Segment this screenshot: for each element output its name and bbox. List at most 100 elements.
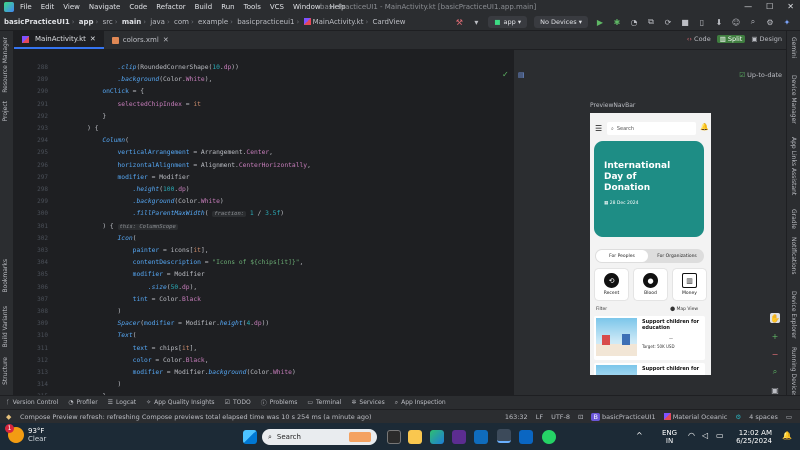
profile-icon[interactable]: ◔ [629, 17, 639, 27]
sync-icon[interactable]: ⟳ [663, 17, 673, 27]
attach-icon[interactable]: ⧉ [646, 17, 656, 27]
tool-bookmarks[interactable]: Bookmarks [2, 259, 9, 293]
code-line[interactable]: tint = Color.Black [72, 296, 201, 303]
hammer-icon[interactable]: ⚒ [454, 17, 464, 27]
tool-resource-manager[interactable]: Resource Manager [2, 37, 9, 93]
code-line[interactable]: } [72, 113, 106, 120]
theme-indicator[interactable]: Material Oceanic [663, 413, 727, 421]
code-line[interactable]: .background(Color.White), [72, 76, 213, 83]
memory-icon[interactable]: ▭ [786, 413, 792, 421]
language-indicator[interactable]: ENG IN [662, 429, 677, 445]
menu-refactor[interactable]: Refactor [156, 3, 185, 11]
tool-build-variants[interactable]: Build Variants [2, 306, 9, 347]
code-line[interactable]: Column( [72, 137, 129, 144]
code-line[interactable]: modifier = Modifier [72, 271, 205, 278]
run-icon[interactable]: ▶ [595, 17, 605, 27]
volume-icon[interactable]: ◁ [702, 431, 708, 440]
mode-code-button[interactable]: ‹› Code [687, 35, 711, 43]
code-line[interactable]: ) { this: ColumnScope [72, 223, 178, 230]
tool-todo[interactable]: ☑ TODO [225, 399, 251, 406]
tool-gradle[interactable]: Gradle [790, 209, 797, 229]
menu-view[interactable]: View [63, 3, 80, 11]
code-line[interactable]: modifier = Modifier [72, 174, 190, 181]
settings-icon[interactable]: ⚙ [765, 17, 775, 27]
edge-icon[interactable] [430, 430, 444, 444]
tool-app-links[interactable]: App Links Assistant [790, 137, 797, 195]
code-line[interactable]: .clip(RoundedCornerShape(10.dp)) [72, 64, 239, 71]
clock[interactable]: 12:02 AM 6/25/2024 [730, 429, 772, 445]
chevron-down-icon[interactable]: ▾ [471, 17, 481, 27]
linkedin-icon[interactable] [519, 430, 533, 444]
code-line[interactable]: Icon( [72, 235, 137, 242]
status-message[interactable]: Compose Preview refresh: refreshing Comp… [20, 413, 372, 421]
stop-icon[interactable]: ■ [680, 17, 690, 27]
tool-app-quality[interactable]: ✧ App Quality Insights [146, 399, 214, 406]
phone-preview[interactable]: ☰ ⌕ Search 🔔 International Day of Donati… [590, 113, 711, 375]
tool-structure[interactable]: Structure [2, 357, 9, 385]
zoom-in-icon[interactable]: + [770, 331, 780, 341]
android-studio-logo-icon[interactable] [4, 1, 14, 12]
tool-device-explorer[interactable]: Device Explorer [790, 291, 797, 338]
project-indicator[interactable]: B basicPracticeUI1 [591, 412, 656, 421]
vs-icon[interactable] [452, 430, 466, 444]
whatsapp-icon[interactable] [542, 430, 556, 444]
code-line[interactable]: ) [72, 381, 121, 388]
maximize-icon[interactable]: ☐ [766, 2, 773, 11]
code-line[interactable]: .size(50.dp), [72, 284, 197, 291]
code-line[interactable]: horizontalAlignment = Alignment.CenterHo… [72, 162, 311, 169]
event-log-icon[interactable]: ◆ [6, 413, 11, 421]
notification-bell-icon[interactable]: 🔔 [782, 431, 792, 440]
zoom-out-icon[interactable]: − [770, 349, 780, 359]
code-line[interactable]: .fillParentMaxWidth( fraction: 1 / 3.5f) [72, 210, 284, 218]
tool-terminal[interactable]: ▭ Terminal [307, 399, 341, 406]
tab-mainactivity[interactable]: MainActivity.kt ✕ [14, 31, 104, 49]
code-line[interactable]: painter = icons[it], [72, 247, 209, 254]
lock-icon[interactable]: ⊡ [578, 413, 583, 421]
tool-profiler[interactable]: ◔ Profiler [68, 399, 97, 406]
code-line[interactable]: .background(Color.White) [72, 198, 224, 205]
breadcrumb-project[interactable]: basicPracticeUI1 [4, 18, 70, 26]
frame-icon[interactable]: ▣ [770, 385, 780, 395]
breadcrumb-example[interactable]: example [198, 18, 228, 26]
tool-logcat[interactable]: ☰ Logcat [108, 399, 136, 406]
sdk-icon[interactable]: ⬇ [714, 17, 724, 27]
weather-widget[interactable]: 1 93°F Clear [5, 424, 46, 443]
wifi-icon[interactable]: ◠ [688, 431, 695, 440]
mode-split-button[interactable]: ▥ Split [716, 35, 746, 43]
menu-navigate[interactable]: Navigate [89, 3, 120, 11]
tool-problems[interactable]: ⓘ Problems [261, 398, 298, 407]
code-line[interactable]: ) [72, 308, 121, 315]
gear-icon[interactable]: ⚙ [735, 413, 741, 421]
code-line[interactable]: selectedChipIndex = it [72, 101, 201, 108]
code-line[interactable]: color = Color.Black, [72, 357, 209, 364]
code-line[interactable]: Text( [72, 332, 137, 339]
battery-icon[interactable]: ▭ [716, 431, 724, 440]
pan-hand-icon[interactable]: ✋ [770, 313, 780, 323]
code-line[interactable]: verticalArrangement = Arrangement.Center… [72, 149, 273, 156]
zoom-fit-icon[interactable]: ⌕ [770, 367, 780, 377]
indent-indicator[interactable]: 4 spaces [749, 413, 778, 421]
device-select[interactable]: No Devices ▾ [534, 16, 588, 28]
code-line[interactable]: ) { [72, 125, 98, 132]
preview-layers-icon[interactable]: ▤ [518, 71, 525, 79]
tool-notifications[interactable]: Notifications [790, 237, 797, 275]
menu-window[interactable]: Window [293, 3, 321, 11]
chevron-up-icon[interactable]: ^ [636, 431, 643, 440]
menu-file[interactable]: File [20, 3, 32, 11]
code-line[interactable]: text = chips[it], [72, 345, 197, 352]
breadcrumb-java[interactable]: java [150, 18, 165, 26]
menu-vcs[interactable]: VCS [270, 3, 284, 11]
code-line[interactable]: contentDescription = "Icons of ${chips[i… [72, 259, 304, 266]
taskbar-search[interactable]: ⌕ Search [262, 429, 377, 445]
code-line[interactable]: onClick = { [72, 88, 144, 95]
search-icon[interactable]: ⌕ [748, 17, 758, 27]
tool-version-control[interactable]: ᚴ Version Control [6, 399, 58, 406]
close-icon[interactable]: ✕ [787, 2, 794, 11]
mode-design-button[interactable]: ▣ Design [751, 35, 782, 43]
menu-tools[interactable]: Tools [244, 3, 261, 11]
code-line[interactable]: Spacer(modifier = Modifier.height(4.dp)) [72, 320, 270, 327]
tool-running-devices[interactable]: Running Devices [790, 347, 797, 397]
breadcrumb-file[interactable]: MainActivity.kt [313, 18, 364, 26]
close-tab-icon[interactable]: ✕ [90, 35, 96, 43]
breadcrumb-app[interactable]: app [79, 18, 94, 26]
